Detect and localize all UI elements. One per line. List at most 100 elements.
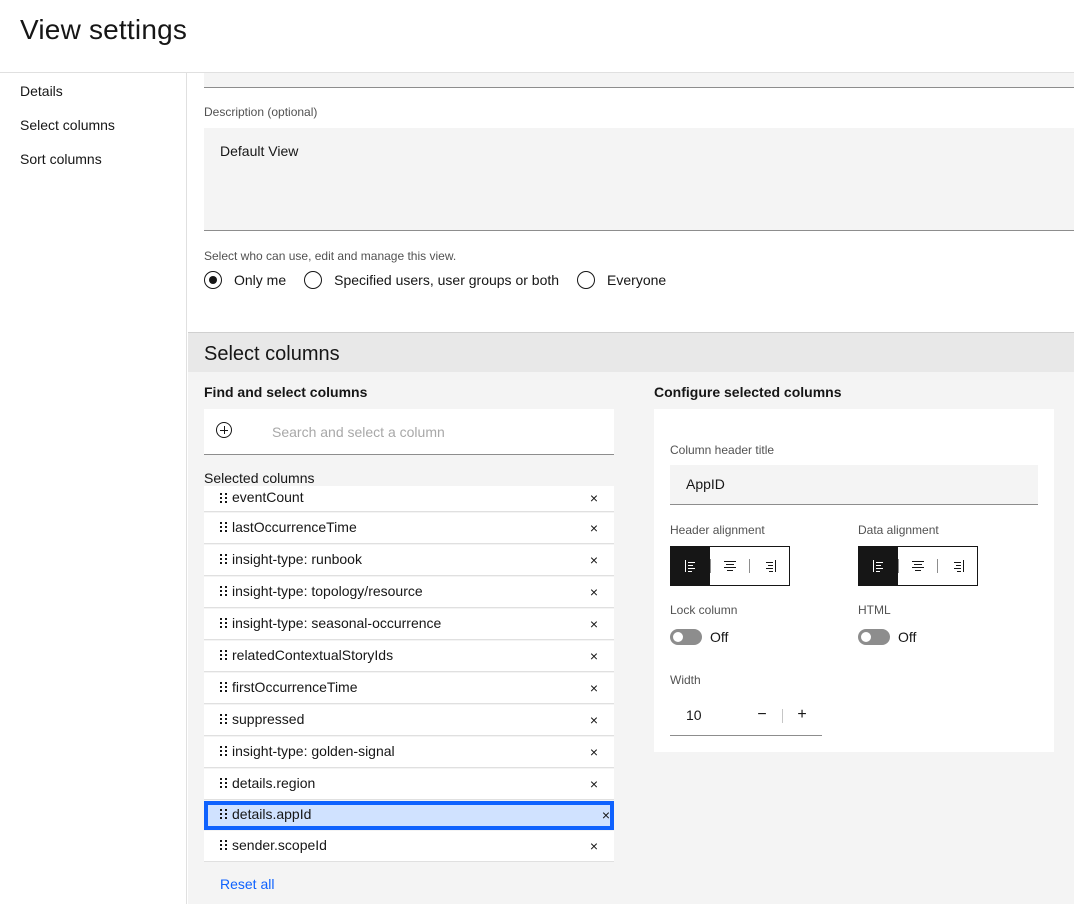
- lock-column-toggle-row: Off: [670, 629, 728, 645]
- selected-column-item[interactable]: insight-type: runbook ×: [204, 545, 614, 576]
- drag-handle-icon[interactable]: [220, 493, 228, 504]
- close-icon[interactable]: ×: [586, 490, 602, 506]
- selected-column-label: eventCount: [232, 489, 304, 505]
- header-alignment-label: Header alignment: [670, 523, 765, 537]
- close-icon[interactable]: ×: [586, 584, 602, 600]
- increment-button[interactable]: +: [792, 705, 812, 725]
- width-value[interactable]: 10: [686, 707, 702, 723]
- radio-everyone[interactable]: Everyone: [577, 271, 666, 289]
- header-alignment-switcher: [670, 546, 790, 586]
- nav-item-details[interactable]: Details: [20, 83, 63, 99]
- align-right-icon: [764, 560, 776, 572]
- header-align-left-button[interactable]: [671, 547, 711, 585]
- close-icon[interactable]: ×: [586, 776, 602, 792]
- selected-column-item[interactable]: sender.scopeId ×: [204, 831, 614, 862]
- nav-item-sort-columns[interactable]: Sort columns: [20, 151, 102, 167]
- selected-column-label: insight-type: runbook: [232, 551, 362, 567]
- permission-label: Select who can use, edit and manage this…: [204, 249, 457, 263]
- close-icon[interactable]: ×: [586, 520, 602, 536]
- html-toggle[interactable]: [858, 629, 890, 645]
- data-alignment-label: Data alignment: [858, 523, 939, 537]
- selected-column-label: details.region: [232, 775, 316, 791]
- reset-all-link[interactable]: Reset all: [220, 876, 274, 892]
- section-title: Select columns: [204, 343, 340, 365]
- drag-handle-icon[interactable]: [220, 714, 228, 725]
- drag-handle-icon[interactable]: [220, 586, 228, 597]
- drag-handle-icon[interactable]: [220, 618, 228, 629]
- close-icon[interactable]: ×: [586, 838, 602, 854]
- html-toggle-row: Off: [858, 629, 916, 645]
- selected-column-label: insight-type: topology/resource: [232, 583, 423, 599]
- selected-column-item[interactable]: firstOccurrenceTime ×: [204, 673, 614, 704]
- drag-handle-icon[interactable]: [220, 840, 228, 851]
- selected-column-item[interactable]: suppressed ×: [204, 705, 614, 736]
- selected-column-label: sender.scopeId: [232, 837, 327, 853]
- drag-handle-icon[interactable]: [220, 554, 228, 565]
- close-icon[interactable]: ×: [586, 552, 602, 568]
- html-label: HTML: [858, 603, 891, 617]
- column-search-input[interactable]: [256, 409, 606, 454]
- drag-handle-icon[interactable]: [220, 650, 228, 661]
- page-title: View settings: [20, 14, 188, 45]
- configure-panel: Column header title AppID Header alignme…: [654, 409, 1054, 752]
- selected-columns-list: eventCount × lastOccurrenceTime × insight-ty…: [204, 486, 614, 863]
- header-title-input[interactable]: AppID: [670, 465, 1038, 505]
- close-icon[interactable]: ×: [586, 712, 602, 728]
- stepper-divider: [782, 709, 783, 723]
- radio-specified-users-label: Specified users, user groups or both: [334, 272, 560, 288]
- drag-handle-icon[interactable]: [220, 682, 228, 693]
- drag-handle-icon[interactable]: [220, 809, 228, 820]
- drag-handle-icon[interactable]: [220, 778, 228, 789]
- selected-column-item[interactable]: insight-type: golden-signal ×: [204, 737, 614, 768]
- selected-columns-label: Selected columns: [204, 470, 315, 486]
- drag-handle-icon[interactable]: [220, 522, 228, 533]
- data-align-center-button[interactable]: [898, 547, 938, 585]
- close-icon[interactable]: ×: [586, 680, 602, 696]
- permission-radio-group: Only me Specified users, user groups or …: [204, 271, 684, 289]
- data-alignment-switcher: [858, 546, 978, 586]
- lock-column-toggle[interactable]: [670, 629, 702, 645]
- selected-column-label: firstOccurrenceTime: [232, 679, 358, 695]
- drag-handle-icon[interactable]: [220, 746, 228, 757]
- side-navigation: Details Select columns Sort columns: [0, 73, 187, 904]
- selected-column-item[interactable]: insight-type: seasonal-occurrence ×: [204, 609, 614, 640]
- selected-column-item[interactable]: relatedContextualStoryIds ×: [204, 641, 614, 672]
- html-state: Off: [898, 629, 917, 645]
- selected-column-item[interactable]: lastOccurrenceTime ×: [204, 513, 614, 544]
- align-right-icon: [952, 560, 964, 572]
- header-align-right-button[interactable]: [750, 547, 789, 585]
- header-align-center-button[interactable]: [710, 547, 750, 585]
- close-icon[interactable]: ×: [598, 807, 614, 823]
- close-icon[interactable]: ×: [586, 744, 602, 760]
- decrement-button[interactable]: −: [752, 705, 772, 725]
- selected-column-item[interactable]: details.region ×: [204, 769, 614, 800]
- close-icon[interactable]: ×: [586, 616, 602, 632]
- column-search: [204, 409, 614, 455]
- selected-column-label: details.appId: [232, 806, 312, 822]
- data-align-left-button[interactable]: [859, 547, 899, 585]
- selected-column-label: relatedContextualStoryIds: [232, 647, 394, 663]
- selected-column-item[interactable]: insight-type: topology/resource ×: [204, 577, 614, 608]
- select-columns-section: Find and select columns Selected columns…: [188, 372, 1074, 904]
- selected-column-label: lastOccurrenceTime: [232, 519, 357, 535]
- page-header: View settings: [0, 0, 1074, 73]
- selected-column-item[interactable]: details.appId ×: [204, 801, 614, 830]
- nav-item-select-columns[interactable]: Select columns: [20, 117, 115, 133]
- selected-column-label: suppressed: [232, 711, 305, 727]
- radio-specified-users-circle[interactable]: [304, 271, 323, 289]
- view-name-field[interactable]: [204, 73, 1074, 88]
- radio-only-me[interactable]: Only me: [204, 271, 286, 289]
- close-icon[interactable]: ×: [586, 648, 602, 664]
- add-circle-icon: [216, 422, 232, 438]
- description-label: Description (optional): [204, 105, 318, 119]
- description-textarea[interactable]: Default View: [204, 128, 1074, 231]
- radio-everyone-label: Everyone: [607, 272, 667, 288]
- radio-everyone-circle[interactable]: [577, 271, 596, 289]
- data-align-right-button[interactable]: [938, 547, 977, 585]
- lock-column-label: Lock column: [670, 603, 738, 617]
- align-left-icon: [873, 560, 885, 572]
- lock-column-state: Off: [710, 629, 729, 645]
- radio-only-me-circle[interactable]: [204, 271, 222, 289]
- radio-specified-users[interactable]: Specified users, user groups or both: [304, 271, 559, 289]
- selected-column-item[interactable]: eventCount ×: [204, 486, 614, 512]
